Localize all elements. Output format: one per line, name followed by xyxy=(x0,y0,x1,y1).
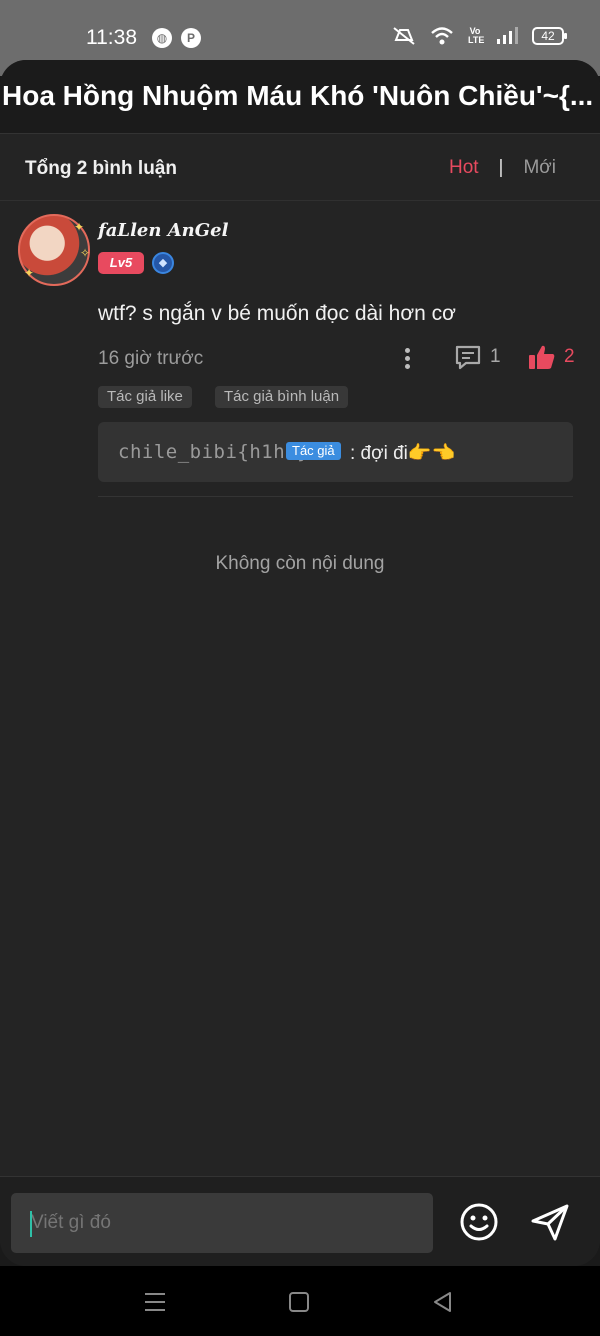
reply-button[interactable]: 1 xyxy=(454,344,501,370)
author-badge: Tác giả xyxy=(286,442,341,460)
comments-header: Tổng 2 bình luận Hot | Mới xyxy=(0,135,600,201)
comments-sheet: Hoa Hồng Nhuộm Máu Khó 'Nuôn Chiều'~{...… xyxy=(0,60,600,1266)
author-comment-tag: Tác giả bình luận xyxy=(215,386,349,408)
system-nav-bar xyxy=(0,1266,600,1336)
like-button[interactable]: 2 xyxy=(528,344,575,370)
thumbs-up-icon xyxy=(529,345,555,369)
sort-new-tab[interactable]: Mới xyxy=(523,157,556,179)
comment-icon xyxy=(455,345,481,370)
emoji-icon[interactable] xyxy=(458,1201,500,1243)
home-icon[interactable] xyxy=(288,1291,310,1313)
comment-username[interactable]: faLlen AnGel xyxy=(98,220,228,241)
pinterest-app-icon: P xyxy=(181,28,201,48)
title-bar: Hoa Hồng Nhuộm Máu Khó 'Nuôn Chiều'~{... xyxy=(0,60,600,134)
reply-username[interactable]: chile_bibi{h1h4} xyxy=(118,441,309,463)
sort-hot-tab[interactable]: Hot xyxy=(449,157,479,179)
comment-text: wtf? s ngắn v bé muốn đọc dài hơn cơ xyxy=(98,302,456,325)
sparkle-icon: ✦ xyxy=(74,220,85,234)
menu-icon[interactable] xyxy=(144,1291,166,1313)
no-more-content: Không còn nội dung xyxy=(215,553,385,574)
send-icon[interactable] xyxy=(529,1201,571,1243)
divider xyxy=(98,496,573,497)
sparkle-icon: ✧ xyxy=(80,246,91,260)
signal-icon xyxy=(497,27,518,44)
comment-input[interactable] xyxy=(11,1193,433,1253)
browser-app-icon: ◍ xyxy=(152,28,172,48)
comment-time: 16 giờ trước xyxy=(98,348,204,369)
author-like-tag: Tác giả like xyxy=(98,386,192,408)
status-time: 11:38 xyxy=(86,26,137,49)
comment-input-bar xyxy=(0,1176,600,1266)
status-icons: Vo LTE 42 xyxy=(392,26,567,46)
volte-label: Vo LTE xyxy=(468,26,485,45)
more-options-icon[interactable] xyxy=(400,346,414,374)
avatar[interactable]: ✦ ✧ ✦ xyxy=(18,214,90,286)
reply-count: 1 xyxy=(490,346,501,367)
sparkle-icon: ✦ xyxy=(24,266,35,280)
reply-text: : đợi đi👉👈 xyxy=(350,443,456,464)
battery-indicator: 42 xyxy=(532,27,567,45)
sort-separator: | xyxy=(498,157,504,178)
story-title: Hoa Hồng Nhuộm Máu Khó 'Nuôn Chiều'~{... xyxy=(2,80,594,111)
sort-tabs: Hot | Mới xyxy=(449,157,556,179)
comment-total: Tổng 2 bình luận xyxy=(25,158,177,179)
mute-vibrate-icon xyxy=(393,27,415,45)
back-icon[interactable] xyxy=(432,1291,454,1313)
reply-preview[interactable]: chile_bibi{h1h4} Tác giả : đợi đi👉👈 xyxy=(98,422,573,482)
level-badge: Lv5 xyxy=(98,252,144,274)
vip-badge-icon: ◆ xyxy=(152,252,174,274)
wifi-icon xyxy=(431,27,453,45)
like-count: 2 xyxy=(564,346,575,367)
text-caret xyxy=(30,1211,32,1237)
